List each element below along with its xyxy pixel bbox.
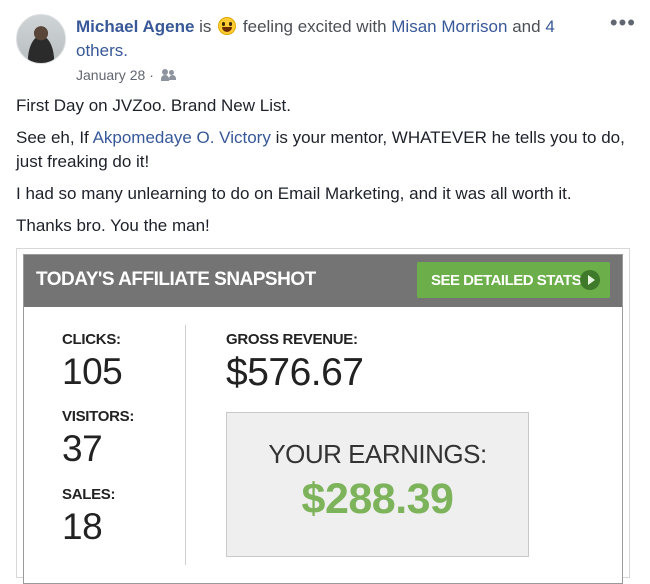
earnings-value: $288.39 <box>301 475 454 523</box>
and-text: and <box>512 17 541 36</box>
snapshot-title: Today's Affiliate Snapshot <box>36 269 316 290</box>
stats-divider <box>185 325 186 565</box>
more-options-icon[interactable]: ••• <box>610 12 636 34</box>
see-detailed-stats-button[interactable]: SEE DETAILED STATS <box>417 262 610 298</box>
visitors-label: VISITORS: <box>62 408 135 425</box>
post-meta: January 28 · <box>76 67 177 83</box>
gross-revenue-label: GROSS REVENUE: <box>226 331 358 348</box>
post-paragraph: First Day on JVZoo. Brand New List. <box>16 96 291 115</box>
clicks-value: 105 <box>62 351 123 392</box>
feeling-text: feeling excited with <box>242 17 387 36</box>
post-date-link[interactable]: January 28 <box>76 67 145 83</box>
mention-link[interactable]: Akpomedaye O. Victory <box>93 128 271 147</box>
snapshot-header: Today's Affiliate Snapshot SEE DETAILED … <box>24 255 622 307</box>
attached-image[interactable]: Today's Affiliate Snapshot SEE DETAILED … <box>16 248 630 584</box>
post-header: Michael Agene is feeling excited with Mi… <box>76 15 596 63</box>
friends-audience-icon[interactable] <box>160 69 177 81</box>
meta-separator: · <box>149 67 154 83</box>
button-label: SEE DETAILED STATS <box>431 271 582 289</box>
feeling-excited-emoji-icon <box>218 17 237 35</box>
play-icon <box>580 270 600 290</box>
is-text: is <box>199 17 212 36</box>
post-paragraph: I had so many unlearning to do on Email … <box>16 184 572 203</box>
post-text: First Day on JVZoo. Brand New List. See … <box>16 94 641 246</box>
post-paragraph: Thanks bro. You the man! <box>16 216 210 235</box>
avatar[interactable] <box>16 14 66 64</box>
clicks-label: CLICKS: <box>62 331 121 348</box>
sales-value: 18 <box>62 506 103 547</box>
sales-label: SALES: <box>62 486 116 503</box>
gross-revenue-value: $576.67 <box>226 351 364 394</box>
post-paragraph-mention: See eh, If Akpomedaye O. Victory is your… <box>16 126 641 174</box>
facebook-post: Michael Agene is feeling excited with Mi… <box>0 0 650 584</box>
earnings-box: YOUR EARNINGS: $288.39 <box>226 412 529 557</box>
author-name-link[interactable]: Michael Agene <box>76 17 194 36</box>
affiliate-snapshot-card: Today's Affiliate Snapshot SEE DETAILED … <box>23 254 623 584</box>
visitors-value: 37 <box>62 428 103 469</box>
tagged-person-link[interactable]: Misan Morrison <box>391 17 507 36</box>
paragraph-text: See eh, If <box>16 128 93 147</box>
earnings-label: YOUR EARNINGS: <box>268 439 487 469</box>
